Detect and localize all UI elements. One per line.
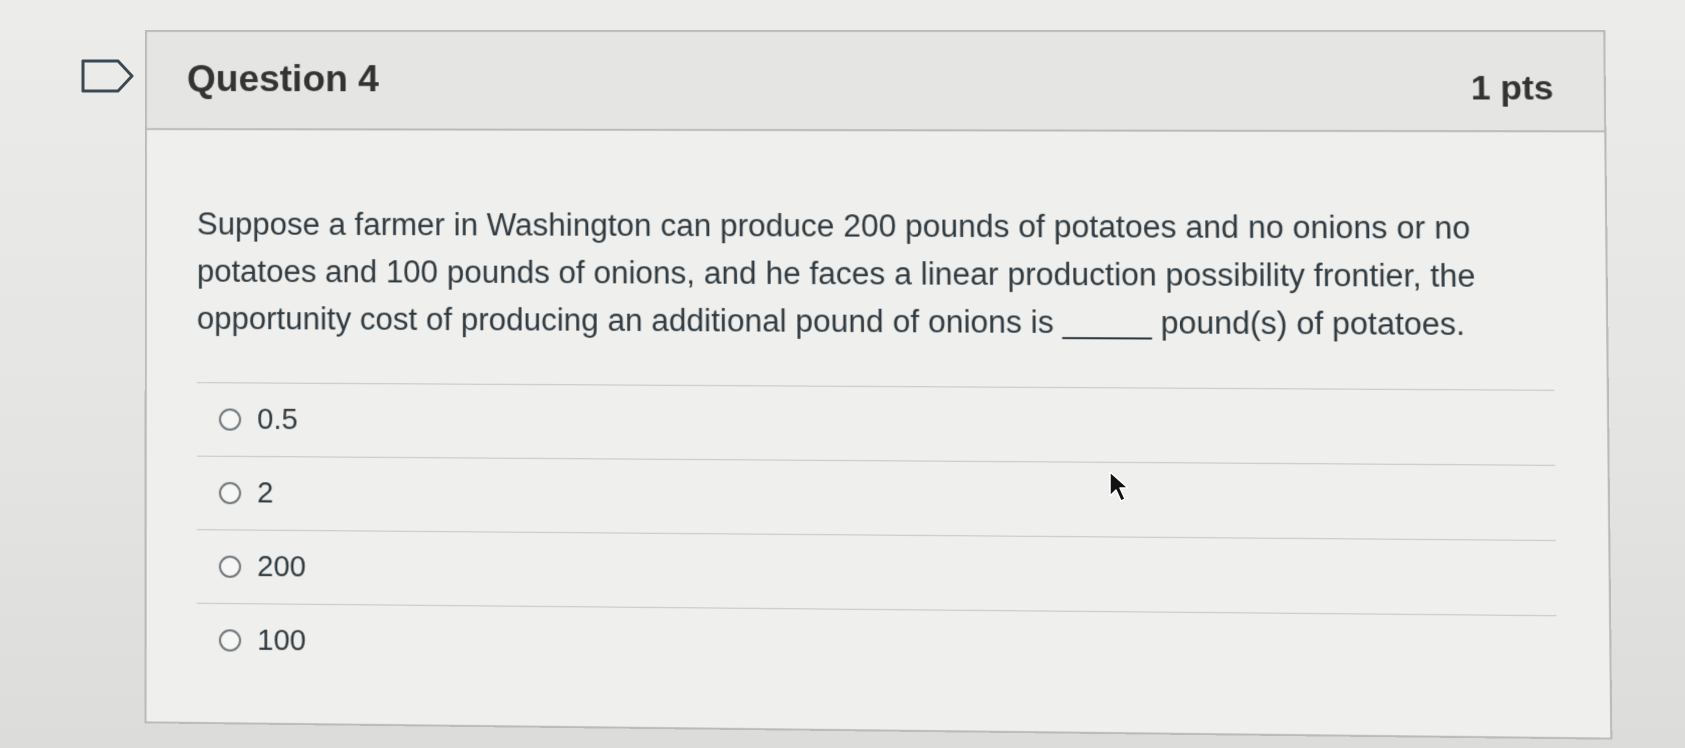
answer-label: 0.5 [257, 403, 298, 436]
radio-button[interactable] [218, 629, 242, 652]
question-header: Question 4 1 pts [146, 31, 1605, 133]
quiz-page: Question 4 1 pts Suppose a farmer in Was… [0, 0, 1685, 748]
radio-button[interactable] [218, 481, 242, 505]
flag-question-icon[interactable] [80, 58, 136, 94]
radio-button[interactable] [218, 408, 242, 431]
question-text: Suppose a farmer in Washington can produ… [196, 206, 1476, 343]
answer-label: 100 [257, 624, 306, 657]
mouse-pointer-icon [1109, 471, 1129, 502]
question-points: 1 pts [1470, 68, 1554, 108]
answer-label: 2 [257, 476, 274, 510]
question-title: Question 4 [186, 58, 379, 100]
answer-option-100[interactable]: 100 [197, 604, 1557, 691]
question-card: Question 4 1 pts Suppose a farmer in Was… [144, 30, 1613, 740]
answer-label: 200 [257, 550, 306, 584]
answer-list: 0.5 2 200 100 [196, 382, 1558, 691]
radio-button[interactable] [218, 555, 242, 578]
answer-option-2[interactable]: 2 [196, 456, 1556, 542]
answer-option-200[interactable]: 200 [196, 530, 1557, 617]
answer-option-0-5[interactable]: 0.5 [196, 383, 1556, 466]
question-body: Suppose a farmer in Washington can produ… [147, 130, 1610, 691]
